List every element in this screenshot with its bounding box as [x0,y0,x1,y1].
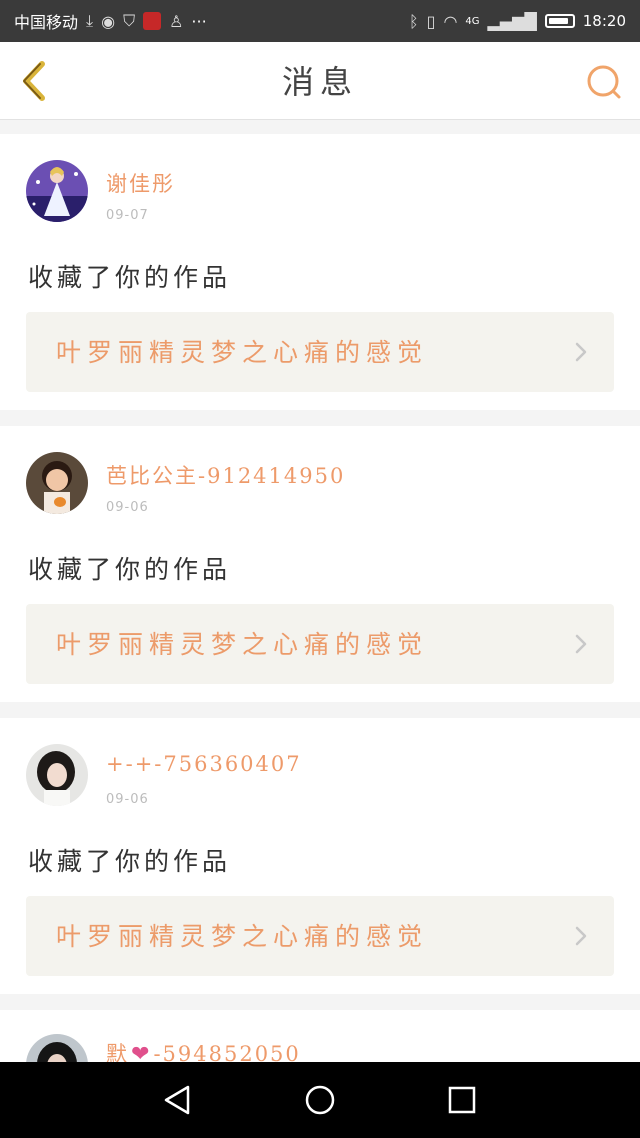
message-date: 09-06 [106,792,149,807]
app-header: 消息 [0,42,640,120]
chevron-right-icon [575,634,587,654]
chevron-right-icon [575,342,587,362]
girl-portrait-avatar-icon [26,744,88,806]
nav-back-button[interactable] [158,1080,198,1120]
system-nav-bar [0,1062,640,1138]
status-bar: 中国移动 ⤓ ◉ ⛉ ♙ ··· ᛒ ▯ ◠ 4G ▂▄▆█ 18:20 [0,0,640,42]
more-notifications: ··· [191,11,207,31]
bluetooth-icon: ᛒ [409,11,419,31]
message-date: 09-07 [106,208,149,223]
princess-avatar-icon [26,160,88,222]
action-text: 收藏了你的作品 [28,847,232,876]
message-card[interactable]: 默❤-594852050 [0,1010,640,1096]
clock: 18:20 [582,12,626,30]
battery-icon [544,14,575,28]
work-title: 叶罗丽精灵梦之心痛的感觉 [56,922,429,951]
work-title: 叶罗丽精灵梦之心痛的感觉 [56,338,429,367]
avatar[interactable] [26,452,88,514]
search-icon [587,65,621,99]
triangle-back-icon [164,1085,190,1115]
signal-icon: ▂▄▆█ [487,11,537,31]
nav-recents-button[interactable] [442,1080,482,1120]
message-date: 09-06 [106,500,149,515]
download-icon: ⤓ [86,11,94,30]
page-title: 消息 [281,63,358,101]
wifi-icon: ◠ [443,11,458,31]
action-text: 收藏了你的作品 [28,263,232,292]
work-link[interactable]: 叶罗丽精灵梦之心痛的感觉 [26,312,614,392]
user-name[interactable]: +-+-756360407 [106,752,302,776]
message-card[interactable]: 芭比公主-912414950 09-06 收藏了你的作品 叶罗丽精灵梦之心痛的感… [0,426,640,702]
nav-home-button[interactable] [300,1080,340,1120]
work-title: 叶罗丽精灵梦之心痛的感觉 [56,630,429,659]
status-right: ᛒ ▯ ◠ 4G ▂▄▆█ 18:20 [409,12,626,31]
work-link[interactable]: 叶罗丽精灵梦之心痛的感觉 [26,896,614,976]
qq-icon: ♙ [169,11,184,31]
globe-app-icon: ◉ [101,11,116,31]
girl-photo-avatar-icon [26,452,88,514]
shield-app-icon: ⛉ [123,11,136,30]
red-app-icon [143,12,162,30]
message-list: 谢佳彤 09-07 收藏了你的作品 叶罗丽精灵梦之心痛的感觉 芭比公主-9124… [0,134,640,1096]
action-text: 收藏了你的作品 [28,555,232,584]
network-type: 4G [465,15,480,27]
circle-home-icon [305,1085,335,1115]
message-card[interactable]: +-+-756360407 09-06 收藏了你的作品 叶罗丽精灵梦之心痛的感觉 [0,718,640,994]
avatar[interactable] [26,744,88,806]
square-recents-icon [448,1086,476,1114]
work-link[interactable]: 叶罗丽精灵梦之心痛的感觉 [26,604,614,684]
battery-level [548,18,568,24]
vibrate-icon: ▯ [426,11,436,31]
chevron-right-icon [575,926,587,946]
user-name[interactable]: 谢佳彤 [106,168,175,198]
carrier-label: 中国移动 [14,13,79,32]
avatar[interactable] [26,160,88,222]
user-name[interactable]: 芭比公主-912414950 [106,460,345,490]
status-left: 中国移动 ⤓ ◉ ⛉ ♙ ··· [14,9,207,33]
search-button[interactable] [584,62,624,102]
message-card[interactable]: 谢佳彤 09-07 收藏了你的作品 叶罗丽精灵梦之心痛的感觉 [0,134,640,410]
